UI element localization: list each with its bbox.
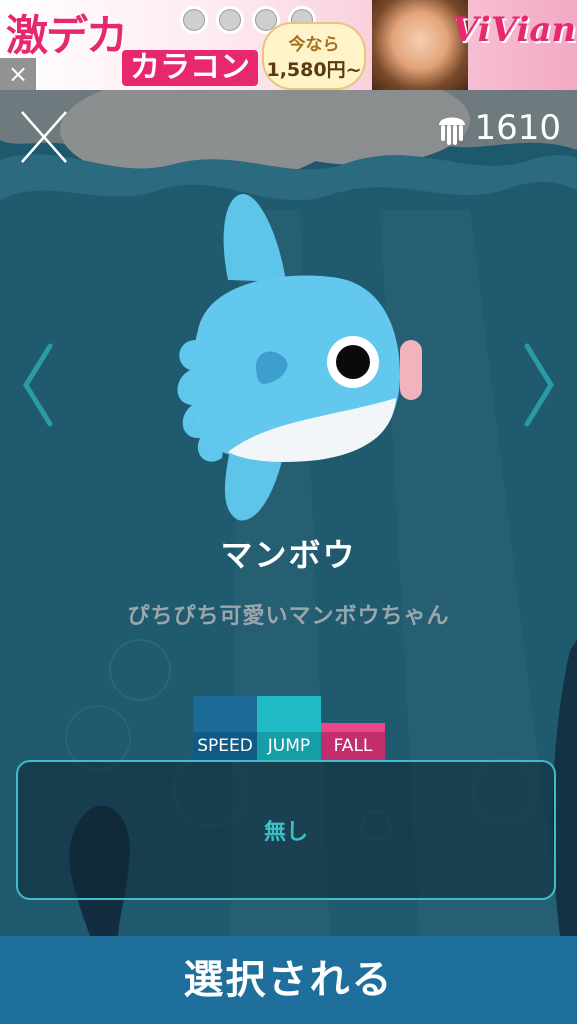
stat-jump: JUMP [257,696,321,760]
lens-icon [180,6,208,34]
close-icon[interactable] [18,108,70,166]
stat-fall-bar [321,723,385,732]
ability-text: 無し [263,820,308,845]
sunfish-character-image [177,193,422,521]
stat-jump-label: JUMP [257,732,321,760]
character-name: マンボウ [220,536,357,574]
coin-count: 1610 [474,108,561,148]
ad-headline: 激デカ [6,11,128,60]
stat-speed-label: SPEED [193,732,257,760]
ad-subline: カラコン [122,50,258,86]
stat-bars: SPEED JUMP FALL [193,696,385,760]
character-description: ぴちぴち可愛いマンボウちゃん [127,604,450,629]
ad-badge-line2: 1,580円~ [266,59,362,81]
ad-close-button[interactable]: × [0,58,36,90]
ad-logo: ViVian [452,10,577,50]
stat-fall-label: FALL [321,732,385,760]
ad-banner[interactable]: 激デカ カラコン 今なら 1,580円~ ViVian × [0,0,577,90]
lens-icon [216,6,244,34]
ability-box: 無し [16,760,556,900]
previous-character-arrow-icon[interactable] [18,340,58,430]
ad-price-badge: 今なら 1,580円~ [262,22,366,90]
jellyfish-icon [439,117,466,145]
stat-jump-bar [257,696,321,732]
stat-fall: FALL [321,723,385,760]
select-button[interactable]: 選択される [0,936,577,1024]
coin-counter: 1610 [436,108,561,148]
character-select-scene: 1610 マンボウ ぴちぴち可愛いマンボウちゃん SPEED JUMP FALL… [0,90,577,936]
stat-speed-bar [193,696,257,732]
stat-speed: SPEED [193,696,257,760]
next-character-arrow-icon[interactable] [519,340,559,430]
ad-badge-line1: 今なら [288,35,340,55]
